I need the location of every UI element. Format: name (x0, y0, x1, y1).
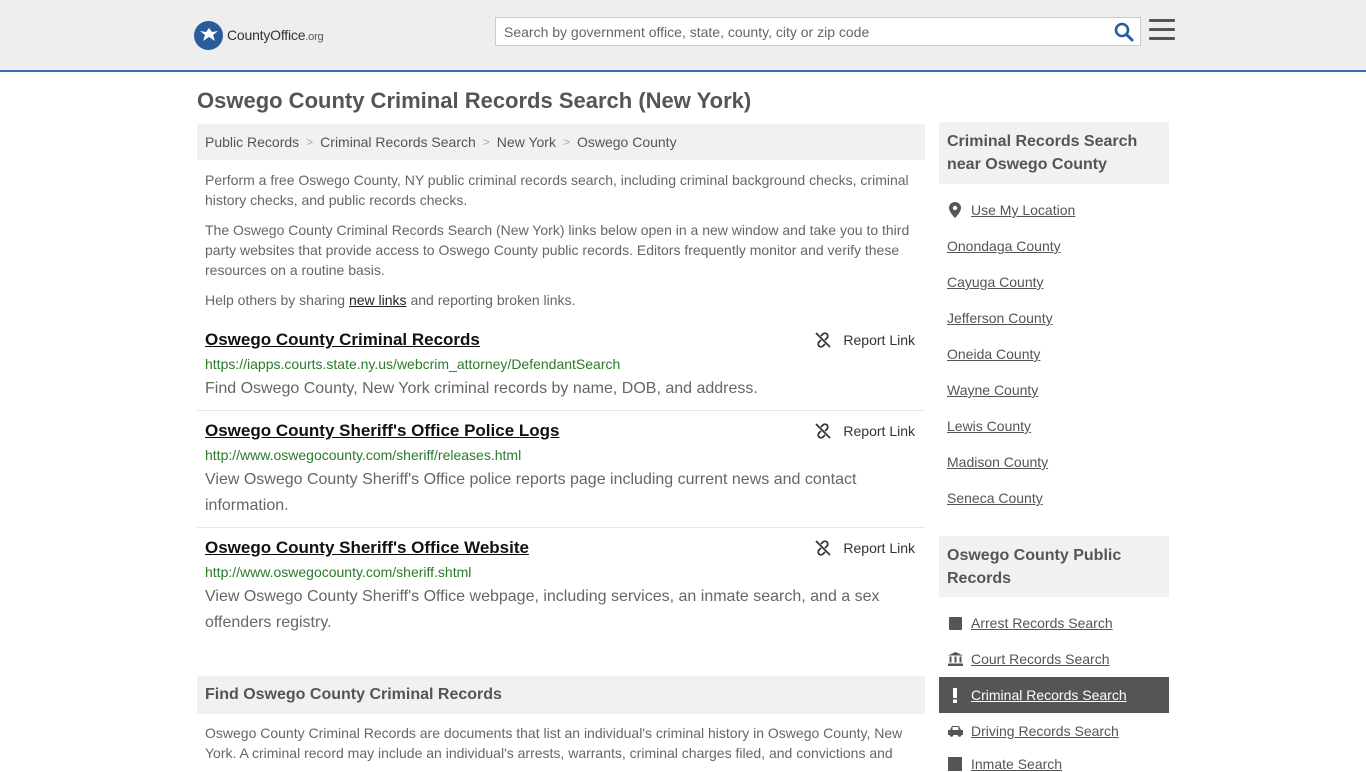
record-title-link[interactable]: Oswego County Criminal Records (205, 330, 480, 350)
intro-paragraph-3: Help others by sharing new links and rep… (205, 292, 576, 308)
breadcrumb: Public Records > Criminal Records Search… (197, 124, 925, 160)
record-url: http://www.oswegocounty.com/sheriff/rele… (205, 447, 522, 463)
inmate-search-link[interactable]: Inmate Search (947, 756, 1062, 772)
record-item: Oswego County Criminal Records Report Li… (197, 330, 925, 411)
hamburger-menu-icon[interactable] (1149, 19, 1175, 43)
broken-link-icon (815, 423, 832, 439)
nearby-county-link[interactable]: Cayuga County (947, 274, 1044, 290)
new-links-link[interactable]: new links (349, 292, 407, 308)
inmate-icon (947, 756, 963, 772)
page-title: Oswego County Criminal Records Search (N… (197, 88, 752, 113)
find-records-text: Oswego County Criminal Records are docum… (205, 725, 903, 761)
logo-text: CountyOffice.org (227, 27, 324, 43)
site-header: CountyOffice.org (0, 0, 1366, 72)
arrest-icon (947, 615, 963, 631)
criminal-records-link-active[interactable]: Criminal Records Search (939, 677, 1169, 713)
chevron-right-icon: > (562, 135, 570, 149)
broken-link-icon (815, 540, 832, 556)
nearby-county-link[interactable]: Lewis County (947, 418, 1031, 434)
record-description: Find Oswego County, New York criminal re… (205, 380, 758, 397)
search-input[interactable] (496, 18, 1096, 45)
record-description: View Oswego County Sheriff's Office webp… (205, 588, 880, 631)
record-title-link[interactable]: Oswego County Sheriff's Office Police Lo… (205, 421, 560, 441)
chevron-right-icon: > (306, 135, 314, 149)
intro-paragraph-2: The Oswego County Criminal Records Searc… (205, 222, 910, 278)
intro-paragraph-1: Perform a free Oswego County, NY public … (205, 172, 909, 208)
nearby-heading: Criminal Records Search near Oswego Coun… (939, 122, 1169, 184)
record-title-link[interactable]: Oswego County Sheriff's Office Website (205, 538, 529, 558)
arrest-records-link[interactable]: Arrest Records Search (947, 615, 1113, 631)
report-link-button[interactable]: Report Link (815, 540, 915, 556)
nearby-county-link[interactable]: Madison County (947, 454, 1048, 470)
record-item: Oswego County Sheriff's Office Police Lo… (197, 421, 925, 528)
nearby-county-link[interactable]: Onondaga County (947, 238, 1061, 254)
search-bar (495, 17, 1141, 46)
record-url: https://iapps.courts.state.ny.us/webcrim… (205, 356, 621, 372)
report-link-button[interactable]: Report Link (815, 332, 915, 348)
record-item: Oswego County Sheriff's Office Website R… (197, 538, 925, 638)
map-pin-icon (947, 202, 963, 218)
record-url: http://www.oswegocounty.com/sheriff.shtm… (205, 564, 472, 580)
car-icon (947, 723, 963, 739)
breadcrumb-criminal-records[interactable]: Criminal Records Search (320, 134, 476, 150)
breadcrumb-new-york[interactable]: New York (497, 134, 556, 150)
search-icon[interactable] (1114, 22, 1134, 42)
find-records-heading: Find Oswego County Criminal Records (197, 676, 925, 714)
eagle-logo-icon (194, 20, 223, 50)
courthouse-icon (947, 651, 963, 667)
public-records-heading: Oswego County Public Records (939, 536, 1169, 597)
nearby-county-link[interactable]: Wayne County (947, 382, 1038, 398)
report-link-button[interactable]: Report Link (815, 423, 915, 439)
breadcrumb-oswego-county: Oswego County (576, 134, 677, 150)
record-description: View Oswego County Sheriff's Office poli… (205, 471, 857, 514)
court-records-link[interactable]: Court Records Search (947, 651, 1110, 667)
nearby-county-link[interactable]: Oneida County (947, 346, 1040, 362)
driving-records-link[interactable]: Driving Records Search (947, 723, 1119, 739)
nearby-county-link[interactable]: Seneca County (947, 490, 1043, 506)
exclamation-icon (947, 687, 963, 703)
site-logo[interactable]: CountyOffice.org (194, 20, 324, 50)
breadcrumb-public-records[interactable]: Public Records (205, 134, 299, 150)
chevron-right-icon: > (482, 135, 490, 149)
broken-link-icon (815, 332, 832, 348)
use-my-location-link[interactable]: Use My Location (947, 202, 1075, 218)
nearby-county-link[interactable]: Jefferson County (947, 310, 1053, 326)
